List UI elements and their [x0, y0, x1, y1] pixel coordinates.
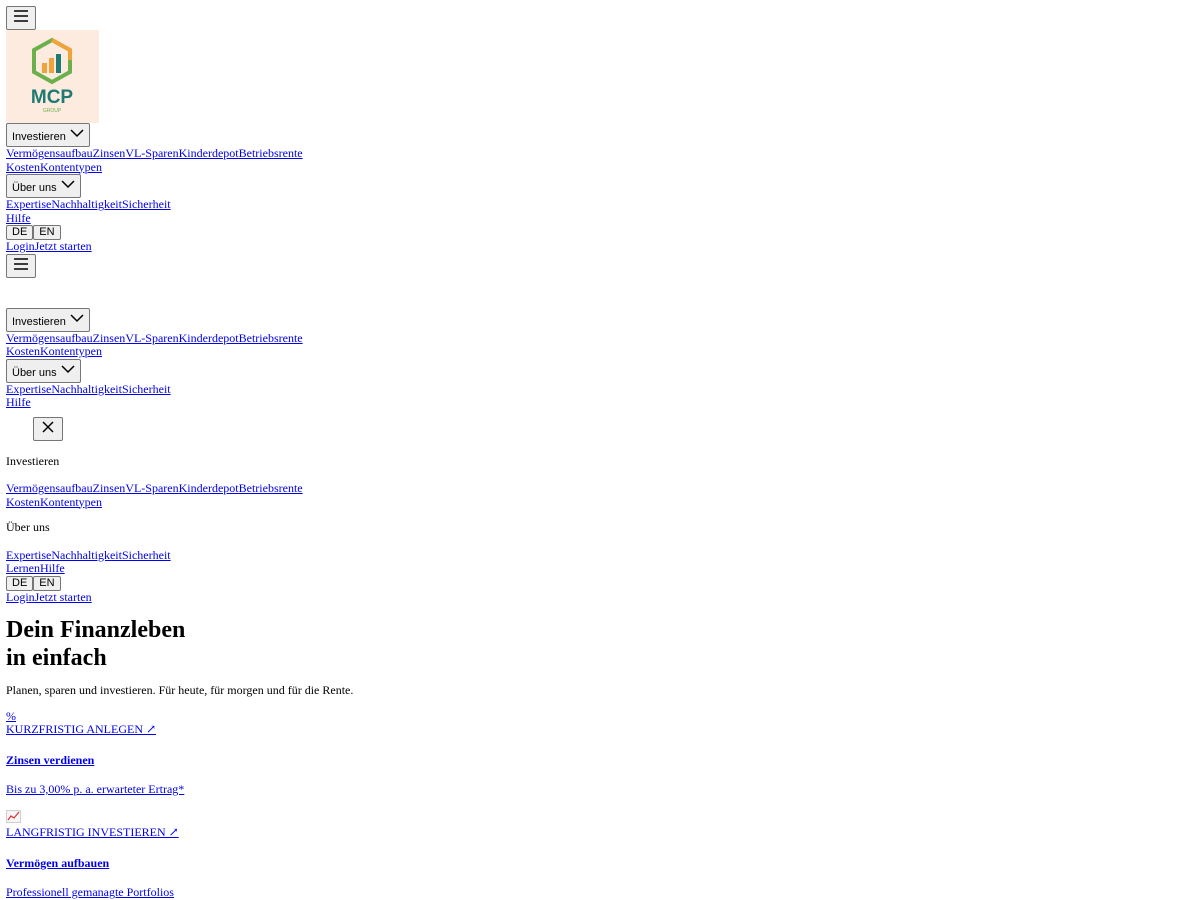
invest-dropdown-button[interactable]: Investieren: [6, 123, 90, 147]
card-zinsen[interactable]: % KURZFRISTIG ANLEGEN ↗ Zinsen verdienen…: [6, 708, 1194, 797]
nav-link-vl-sparen[interactable]: VL-Sparen: [125, 146, 178, 160]
hamburger-icon: [13, 257, 29, 275]
drawer-link-vermoegensaufbau[interactable]: Vermögensaufbau: [6, 481, 93, 495]
drawer-invest-heading: Investieren: [6, 453, 60, 468]
login-link[interactable]: Login: [6, 239, 35, 253]
drawer-login-link[interactable]: Login: [6, 590, 35, 604]
lang-en-button[interactable]: EN: [33, 225, 61, 240]
mobile-nav-link-kontentypen[interactable]: Kontentypen: [40, 344, 102, 358]
hero-title-line-2: in einfach: [6, 645, 107, 671]
invest-dropdown-label: Investieren: [12, 131, 66, 143]
chart-increasing-icon: [6, 809, 1194, 827]
nav-link-hilfe[interactable]: Hilfe: [6, 211, 31, 225]
drawer-link-expertise[interactable]: Expertise: [6, 548, 51, 562]
chevron-down-icon: [61, 180, 75, 197]
mobile-nav-link-zinsen[interactable]: Zinsen: [93, 331, 126, 345]
drawer-link-lernen[interactable]: Lernen: [6, 561, 40, 575]
drawer-link-vl-sparen[interactable]: VL-Sparen: [125, 481, 178, 495]
percent-icon: %: [6, 708, 16, 723]
mobile-nav-link-kosten[interactable]: Kosten: [6, 344, 40, 358]
about-dropdown-button[interactable]: Über uns: [6, 174, 81, 198]
hero-title-line-1: Dein Finanzleben: [6, 617, 186, 643]
drawer-link-sicherheit[interactable]: Sicherheit: [122, 548, 171, 562]
chevron-down-icon: [61, 364, 75, 382]
drawer-link-kosten[interactable]: Kosten: [6, 495, 40, 509]
start-link[interactable]: Jetzt starten: [35, 239, 92, 253]
mobile-nav-link-hilfe[interactable]: Hilfe: [6, 395, 31, 409]
about-dropdown-label: Über uns: [12, 182, 57, 194]
card-desc: Professionell gemanagte Portfolios: [6, 885, 174, 899]
invest-dropdown-label: Investieren: [12, 315, 66, 328]
close-icon: [41, 420, 55, 438]
nav-link-kosten[interactable]: Kosten: [6, 160, 40, 174]
card-kicker: KURZFRISTIG ANLEGEN ↗: [6, 722, 157, 736]
nav-link-expertise[interactable]: Expertise: [6, 197, 51, 211]
about-dropdown-label: Über uns: [12, 366, 57, 379]
hero-subtitle: Planen, sparen und investieren. Für heut…: [6, 683, 354, 697]
card-title: Zinsen verdienen: [6, 752, 95, 767]
logo-text: MCP: [31, 87, 74, 108]
hamburger-icon: [13, 9, 29, 27]
lang-de-button[interactable]: DE: [6, 225, 34, 240]
drawer-link-zinsen[interactable]: Zinsen: [93, 481, 126, 495]
mobile-menu-button[interactable]: [6, 253, 36, 278]
card-kicker: LANGFRISTIG INVESTIEREN ↗: [6, 825, 179, 839]
menu-button[interactable]: [6, 6, 36, 30]
logo[interactable]: MCP GROUP: [6, 30, 99, 123]
drawer-link-nachhaltigkeit[interactable]: Nachhaltigkeit: [51, 548, 122, 562]
card-vermoegen[interactable]: LANGFRISTIG INVESTIEREN ↗ Vermögen aufba…: [6, 809, 1194, 900]
nav-link-kinderdepot[interactable]: Kinderdepot: [179, 146, 239, 160]
nav-link-betriebsrente[interactable]: Betriebsrente: [239, 146, 303, 160]
nav-link-nachhaltigkeit[interactable]: Nachhaltigkeit: [51, 197, 122, 211]
chevron-down-icon: [70, 313, 84, 331]
mobile-invest-dropdown-button[interactable]: Investieren: [6, 307, 90, 332]
mobile-nav-link-vl-sparen[interactable]: VL-Sparen: [125, 331, 178, 345]
hero-title: Dein Finanzleben in einfach: [6, 616, 1194, 672]
mobile-nav-link-expertise[interactable]: Expertise: [6, 382, 51, 396]
card-desc: Bis zu 3,00% p. a. erwarteter Ertrag*: [6, 782, 185, 796]
logo-subtext: GROUP: [43, 108, 62, 114]
close-menu-button[interactable]: [33, 416, 63, 441]
drawer-link-hilfe[interactable]: Hilfe: [40, 561, 65, 575]
nav-link-kontentypen[interactable]: Kontentypen: [40, 160, 102, 174]
chevron-down-icon: [70, 129, 84, 146]
drawer-lang-en-button[interactable]: EN: [33, 575, 61, 591]
mobile-nav-link-vermoegensaufbau[interactable]: Vermögensaufbau: [6, 331, 93, 345]
mobile-nav-link-sicherheit[interactable]: Sicherheit: [122, 382, 171, 396]
nav-link-zinsen[interactable]: Zinsen: [93, 146, 126, 160]
drawer-link-kontentypen[interactable]: Kontentypen: [40, 495, 102, 509]
drawer-link-betriebsrente[interactable]: Betriebsrente: [239, 481, 303, 495]
nav-link-vermoegensaufbau[interactable]: Vermögensaufbau: [6, 146, 93, 160]
mobile-nav-link-kinderdepot[interactable]: Kinderdepot: [179, 331, 239, 345]
drawer-about-heading: Über uns: [6, 520, 50, 534]
mobile-nav-link-nachhaltigkeit[interactable]: Nachhaltigkeit: [51, 382, 122, 396]
mobile-nav-link-betriebsrente[interactable]: Betriebsrente: [239, 331, 303, 345]
drawer-lang-de-button[interactable]: DE: [6, 575, 34, 591]
nav-link-sicherheit[interactable]: Sicherheit: [122, 197, 171, 211]
drawer-start-link[interactable]: Jetzt starten: [35, 590, 92, 604]
mobile-about-dropdown-button[interactable]: Über uns: [6, 358, 81, 383]
drawer-link-kinderdepot[interactable]: Kinderdepot: [179, 481, 239, 495]
card-title: Vermögen aufbauen: [6, 855, 110, 870]
